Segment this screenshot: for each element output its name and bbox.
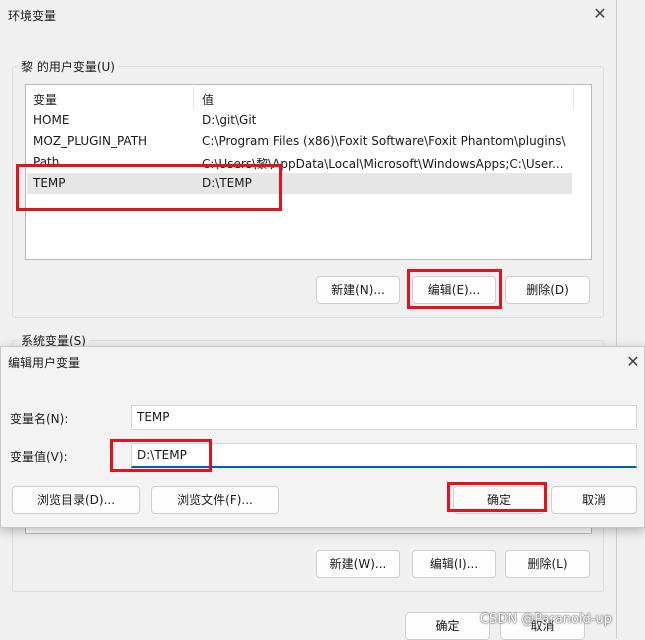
column-separator[interactable] (193, 87, 194, 109)
highlight-value-input (110, 439, 212, 472)
user-delete-button[interactable]: 删除(D) (505, 276, 590, 304)
row-value: D:\git\Git (202, 113, 257, 127)
row-name: HOME (33, 113, 70, 127)
system-edit-button[interactable]: 编辑(I)... (412, 550, 496, 578)
highlight-temp-row (16, 164, 282, 211)
table-row[interactable]: HOME D:\git\Git (27, 110, 572, 131)
column-separator[interactable] (573, 87, 574, 109)
row-value: C:\Program Files (x86)\Foxit Software\Fo… (202, 134, 566, 148)
edit-dialog: 编辑用户变量 ✕ 变量名(N): TEMP 变量值(V): D:\TEMP 浏览… (0, 346, 645, 528)
variable-name-label: 变量名(N): (10, 412, 69, 426)
variable-name-input[interactable]: TEMP (131, 405, 637, 430)
highlight-ok-button (447, 482, 547, 512)
browse-directory-button[interactable]: 浏览目录(D)... (12, 486, 140, 514)
column-header-name[interactable]: 变量 (33, 91, 57, 108)
edit-dialog-title: 编辑用户变量 (8, 356, 81, 370)
highlight-edit-button (407, 269, 502, 309)
env-window: 环境变量 ✕ 黎 的用户变量(U) 变量 值 HOME D:\git\Git M… (0, 0, 617, 640)
env-close-icon[interactable]: ✕ (590, 6, 610, 24)
watermark-text: CSDN @Paranoid-up (480, 612, 612, 627)
user-new-button[interactable]: 新建(N)... (316, 276, 400, 304)
dialog-cancel-button[interactable]: 取消 (551, 486, 637, 514)
env-window-title: 环境变量 (8, 9, 57, 23)
row-name: MOZ_PLUGIN_PATH (33, 134, 148, 148)
env-ok-button[interactable]: 确定 (405, 612, 490, 640)
browse-file-button[interactable]: 浏览文件(F)... (151, 486, 279, 514)
system-delete-button[interactable]: 删除(L) (505, 550, 590, 578)
dialog-close-icon[interactable]: ✕ (623, 354, 643, 372)
column-header-value[interactable]: 值 (202, 91, 214, 108)
table-row[interactable]: MOZ_PLUGIN_PATH C:\Program Files (x86)\F… (27, 131, 572, 152)
system-new-button[interactable]: 新建(W)... (316, 550, 400, 578)
user-vars-group-label: 黎 的用户变量(U) (18, 58, 118, 75)
variable-value-label: 变量值(V): (10, 450, 68, 464)
